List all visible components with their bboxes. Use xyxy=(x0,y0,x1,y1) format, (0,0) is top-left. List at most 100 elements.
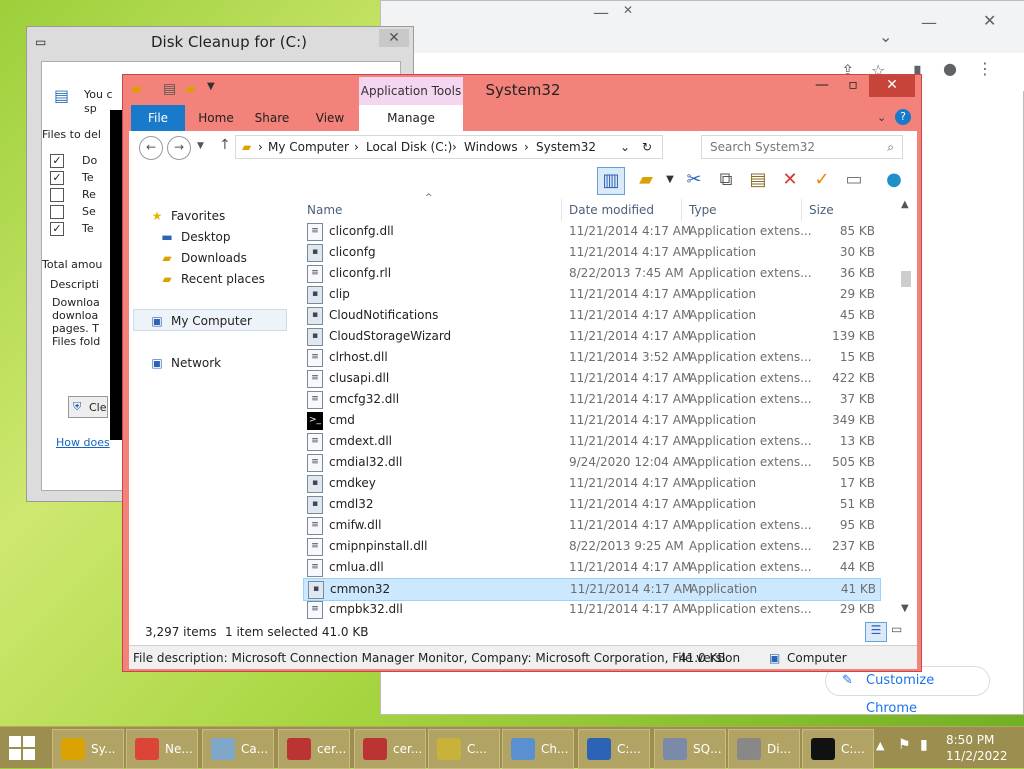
maximize-button[interactable]: ▫ xyxy=(839,75,867,97)
taskbar-cert-manager[interactable]: cer... xyxy=(278,729,350,769)
checkbox[interactable] xyxy=(50,188,64,202)
taskbar-key-manager[interactable]: C... xyxy=(428,729,500,769)
cut-icon[interactable]: ✂ xyxy=(681,167,707,193)
taskbar-cert-manager-2[interactable]: cer... xyxy=(354,729,426,769)
nav-my-computer[interactable]: ▣ My Computer xyxy=(149,314,252,328)
file-row[interactable]: ▪ CloudStorageWizard 11/21/2014 4:17 AM App… xyxy=(303,326,879,347)
file-row[interactable]: ▪ cliconfg 11/21/2014 4:17 AM Application 30… xyxy=(303,242,879,263)
taskbar-calculator[interactable]: Ca... xyxy=(202,729,274,769)
file-row[interactable]: ≡ clusapi.dll 11/21/2014 4:17 AM Applicatio… xyxy=(303,368,879,389)
change-view-icon[interactable]: ▰ xyxy=(633,167,659,193)
chevron-down-icon[interactable]: ⌄ xyxy=(877,111,886,124)
file-row[interactable]: ≡ cmpbk32.dll 11/21/2014 4:17 AM Applicatio… xyxy=(303,599,879,620)
nav-downloads[interactable]: ▰ Downloads xyxy=(159,251,247,265)
checkmark-icon[interactable]: ✓ xyxy=(809,167,835,193)
taskbar-command-prompt[interactable]: C:... xyxy=(578,729,650,769)
nav-recent-places[interactable]: ▰ Recent places xyxy=(159,272,264,286)
checkbox[interactable]: ✓ xyxy=(50,171,64,185)
file-row[interactable]: ≡ cmdial32.dll 9/24/2020 12:04 AM Applicati… xyxy=(303,452,879,473)
checkbox[interactable]: ✓ xyxy=(50,154,64,168)
column-divider[interactable] xyxy=(561,199,562,221)
column-date-modified[interactable]: Date modified xyxy=(569,203,654,217)
paste-icon[interactable]: ▤ xyxy=(745,167,771,193)
vertical-scrollbar[interactable]: ▲ ▼ xyxy=(899,199,913,619)
search-input[interactable]: Search System32 ⌕ xyxy=(701,135,903,159)
file-row[interactable]: ≡ cmdext.dll 11/21/2014 4:17 AM Application… xyxy=(303,431,879,452)
chevron-down-icon[interactable]: ⌄ xyxy=(620,140,630,154)
copy-icon[interactable]: ⧉ xyxy=(713,167,739,193)
close-button[interactable]: ✕ xyxy=(869,75,915,97)
scroll-up-icon[interactable]: ▲ xyxy=(901,199,909,210)
checkbox[interactable]: ✓ xyxy=(50,222,64,236)
breadcrumb-local-disk[interactable]: Local Disk (C:) xyxy=(366,140,452,154)
cleanup-system-files-button[interactable]: ⛨ Cle xyxy=(68,396,108,418)
clock-time[interactable]: 8:50 PM xyxy=(946,733,994,747)
tab-manage[interactable]: Manage xyxy=(359,105,463,131)
rename-icon[interactable]: ▭ xyxy=(841,167,867,193)
taskbar-command-prompt-2[interactable]: C:... xyxy=(802,729,874,769)
tab-view[interactable]: View xyxy=(305,105,355,131)
file-row[interactable]: ≡ cmipnpinstall.dll 8/22/2013 9:25 AM Appli… xyxy=(303,536,879,557)
tab-home[interactable]: Home xyxy=(191,105,241,131)
back-button[interactable]: ← xyxy=(139,136,163,160)
column-divider[interactable] xyxy=(801,199,802,221)
close-icon[interactable]: ✕ xyxy=(983,11,996,30)
clock-date[interactable]: 11/2/2022 xyxy=(946,749,1008,763)
forward-button[interactable]: → xyxy=(167,136,191,160)
flag-icon[interactable]: ⚑ xyxy=(898,737,911,753)
minimize-icon[interactable]: — xyxy=(921,13,937,32)
breadcrumb-windows[interactable]: Windows xyxy=(464,140,518,154)
column-name[interactable]: Name xyxy=(307,203,342,217)
taskbar-explorer[interactable]: Sy... xyxy=(52,729,124,769)
file-row[interactable]: ≡ cmcfg32.dll 11/21/2014 4:17 AM Applicatio… xyxy=(303,389,879,410)
file-row[interactable]: ▪ cmdl32 11/21/2014 4:17 AM Application 51 K… xyxy=(303,494,879,515)
menu-icon[interactable]: ⋮ xyxy=(977,59,993,78)
scrollbar-thumb[interactable] xyxy=(901,271,911,287)
file-row[interactable]: ≡ cmlua.dll 11/21/2014 4:17 AM Application … xyxy=(303,557,879,578)
breadcrumb-my-computer[interactable]: My Computer xyxy=(268,140,349,154)
taskbar-chrome[interactable]: Ne... xyxy=(126,729,198,769)
file-row[interactable]: ▪ clip 11/21/2014 4:17 AM Application 29 KB xyxy=(303,284,879,305)
recent-locations-icon[interactable]: ▼ xyxy=(197,141,204,151)
file-row[interactable]: >_ cmd 11/21/2014 4:17 AM Application 349 KB xyxy=(303,410,879,431)
profile-icon[interactable]: ● xyxy=(943,59,957,78)
help-icon[interactable]: ? xyxy=(895,109,911,125)
taskbar-disk-cleanup[interactable]: Di... xyxy=(728,729,800,769)
tab-file[interactable]: File xyxy=(131,105,185,131)
address-bar[interactable]: ▰ › My Computer › Local Disk (C:) › Wind… xyxy=(235,135,663,159)
up-arrow-icon[interactable]: ↑ xyxy=(219,137,231,153)
tab-share[interactable]: Share xyxy=(247,105,297,131)
file-row[interactable]: ▪ cmdkey 11/21/2014 4:17 AM Application 17 K… xyxy=(303,473,879,494)
chevron-down-icon[interactable]: ▼ xyxy=(657,167,683,193)
file-row[interactable]: ≡ cliconfg.dll 11/21/2014 4:17 AM Applicati… xyxy=(303,221,879,242)
nav-network[interactable]: ▣ Network xyxy=(149,356,221,370)
close-icon[interactable]: ✕ xyxy=(623,3,633,17)
globe-icon[interactable]: ● xyxy=(881,167,907,193)
details-view-icon[interactable]: ☰ xyxy=(865,622,887,642)
column-size[interactable]: Size xyxy=(809,203,834,217)
nav-desktop[interactable]: ▬ Desktop xyxy=(159,230,230,244)
network-icon[interactable]: ▮ xyxy=(920,737,928,753)
column-type[interactable]: Type xyxy=(689,203,717,217)
file-row[interactable]: ≡ clrhost.dll 11/21/2014 3:52 AM Applicatio… xyxy=(303,347,879,368)
file-row[interactable]: ≡ cmifw.dll 11/21/2014 4:17 AM Application … xyxy=(303,515,879,536)
refresh-icon[interactable]: ↻ xyxy=(642,140,652,154)
minimize-button[interactable]: — xyxy=(807,75,837,97)
close-button[interactable]: ✕ xyxy=(379,29,409,47)
nav-favorites[interactable]: ★ Favorites xyxy=(149,209,226,223)
start-button[interactable] xyxy=(8,735,36,761)
large-icons-view-icon[interactable]: ▭ xyxy=(891,622,902,636)
taskbar-chrome-dev[interactable]: Ch... xyxy=(502,729,574,769)
checkbox[interactable] xyxy=(50,205,64,219)
file-row[interactable]: ▪ cmmon32 11/21/2014 4:17 AM Application 41 … xyxy=(303,578,881,601)
preview-pane-icon[interactable]: ▥ xyxy=(597,167,625,195)
file-row[interactable]: ▪ CloudNotifications 11/21/2014 4:17 AM App… xyxy=(303,305,879,326)
scroll-down-icon[interactable]: ▼ xyxy=(901,603,909,614)
taskbar-sql[interactable]: SQ... xyxy=(654,729,726,769)
column-divider[interactable] xyxy=(681,199,682,221)
delete-icon[interactable]: ✕ xyxy=(777,167,803,193)
how-does-link[interactable]: How does xyxy=(56,436,110,449)
chevron-up-icon[interactable]: ▲ xyxy=(876,739,884,752)
file-row[interactable]: ≡ cliconfg.rll 8/22/2013 7:45 AM Applicatio… xyxy=(303,263,879,284)
breadcrumb-system32[interactable]: System32 xyxy=(536,140,596,154)
